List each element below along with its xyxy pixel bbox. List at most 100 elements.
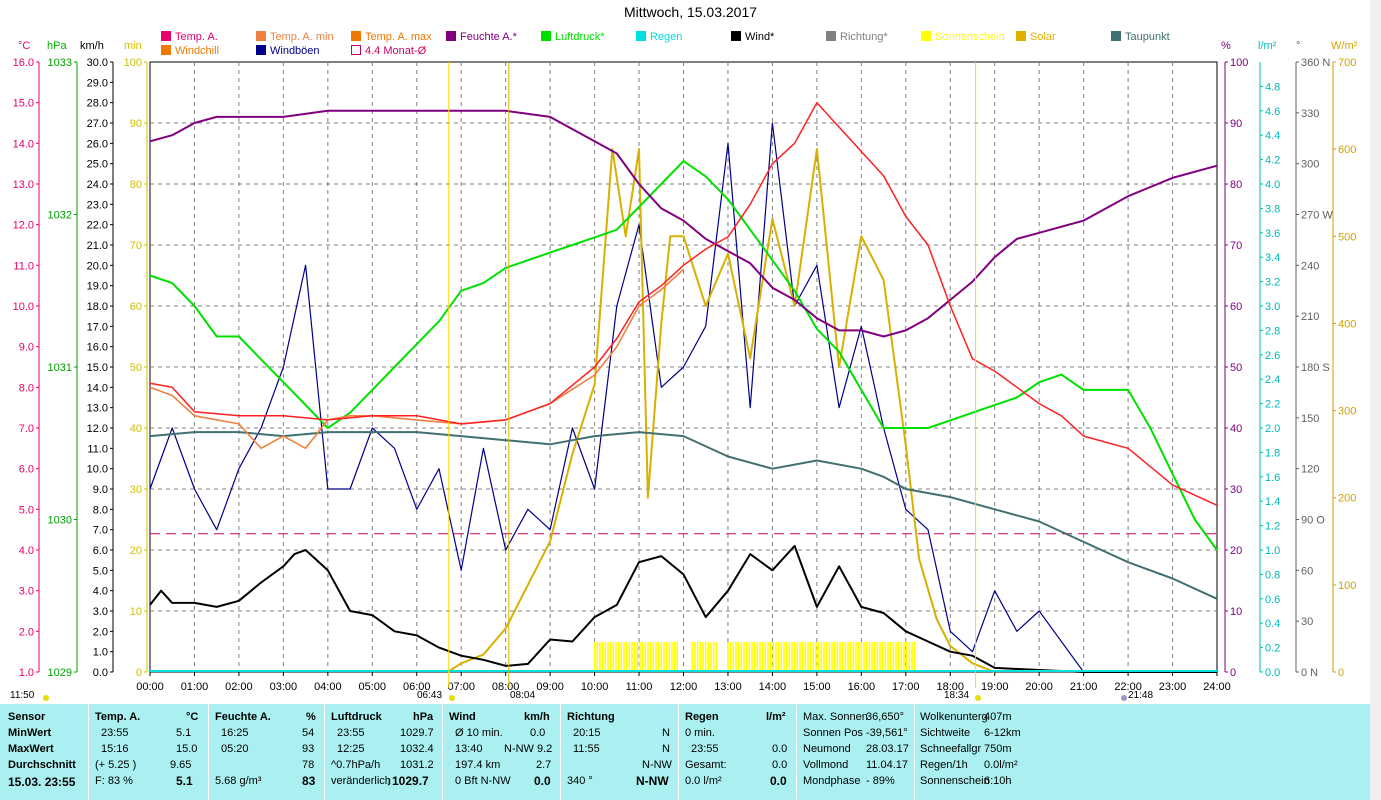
- axis-temp-tick-label: 14.0: [13, 138, 34, 150]
- axis-sun-tick-label: 10: [130, 606, 142, 618]
- axis-direction-tick-label: 300: [1301, 159, 1319, 171]
- astro-label: Max. Sonnen: [803, 711, 868, 723]
- axis-solar-tick-label: 700: [1338, 57, 1356, 69]
- rain-amount: 0.0 l/m²: [685, 775, 722, 787]
- sunset-time: 18:34: [944, 690, 970, 701]
- temp-unit: °C: [186, 711, 199, 723]
- axis-wind-tick-label: 16.0: [87, 342, 108, 354]
- axis-temp-tick-label: 1.0: [19, 667, 34, 679]
- rain-row2-label: 23:55: [691, 743, 719, 755]
- moon-rise-left: 11:50: [10, 690, 35, 701]
- axis-sun-tick-label: 100: [124, 57, 142, 69]
- humidity-unit: %: [306, 711, 316, 723]
- axis-pressure-tick-label: 1031: [48, 362, 72, 374]
- humidity-max-value: 93: [302, 743, 315, 755]
- pressure-trend-rate: ^0.7hPa/h: [331, 759, 381, 771]
- axis-rain-tick-label: 2.0: [1265, 423, 1280, 435]
- temp-avg-value: 9.65: [170, 759, 192, 771]
- astro-label: Mondphase: [803, 775, 861, 787]
- wind-unit: km/h: [524, 711, 550, 723]
- axis-temp-tick-label: 3.0: [19, 586, 34, 598]
- axis-wind-tick-label: 17.0: [87, 321, 108, 333]
- axis-wind-tick-label: 24.0: [87, 179, 108, 191]
- axis-wind-tick-label: 15.0: [87, 362, 108, 374]
- rain-unit: l/m²: [766, 711, 786, 723]
- weather-chart: 00:00 01:00 02:00 03:00 04:00 05:00 06:00 07:00…: [13, 57, 1356, 701]
- maxwert-label: MaxWert: [8, 743, 54, 755]
- temp-avg-delta: (+ 5.25 ): [95, 759, 137, 771]
- axis-direction-tick-label: 210: [1301, 311, 1319, 323]
- rain-header: Regen: [685, 711, 719, 723]
- axis-temp-tick-label: 10.0: [13, 301, 34, 313]
- axis-rain-tick-label: 2.6: [1265, 350, 1280, 362]
- astro-label: Neumond: [803, 743, 851, 755]
- axis-humidity-tick-label: 80: [1230, 179, 1242, 191]
- axis-wind-tick-label: 12.0: [87, 423, 108, 435]
- axis-rain-tick-label: 2.2: [1265, 399, 1280, 411]
- wind-row1-label: Ø 10 min.: [455, 727, 503, 739]
- weather-value: 750m: [984, 743, 1012, 755]
- axis-wind-tick-label: 30.0: [87, 57, 108, 69]
- weather-value: 6-12km: [984, 727, 1021, 739]
- axis-wind-tick-label: 22.0: [87, 220, 108, 232]
- axis-humidity-tick-label: 100: [1230, 57, 1248, 69]
- time-markers: 11:50 06:43 08:04 18:34 21:48: [0, 690, 1381, 704]
- axis-temp-tick-label: 4.0: [19, 545, 34, 557]
- sensor-header: Sensor: [8, 711, 46, 723]
- humidity-header: Feuchte A.: [215, 711, 271, 723]
- axis-rain-tick-label: 1.0: [1265, 545, 1280, 557]
- weather-value: 407m: [984, 711, 1012, 723]
- axis-wind-tick-label: 20.0: [87, 260, 108, 272]
- humidity-max-time: 05:20: [221, 743, 249, 755]
- axis-wind-tick-label: 9.0: [93, 484, 108, 496]
- temp-max-time: 15:16: [101, 743, 129, 755]
- axis-direction-tick-label: 0 N: [1301, 667, 1318, 679]
- pressure-avg-value: 1031.2: [400, 759, 434, 771]
- astro-value: -39,561°: [866, 727, 908, 739]
- axis-wind-tick-label: 29.0: [87, 77, 108, 89]
- axis-wind-tick-label: 18.0: [87, 301, 108, 313]
- axis-temp-tick-label: 6.0: [19, 464, 34, 476]
- axis-humidity-tick-label: 60: [1230, 301, 1242, 313]
- axis-direction-tick-label: 240: [1301, 260, 1319, 272]
- sunrise-time: 06:43: [417, 690, 443, 701]
- axis-temp-tick-label: 5.0: [19, 504, 34, 516]
- axis-temp-tick-label: 8.0: [19, 382, 34, 394]
- axis-rain-tick-label: 4.0: [1265, 179, 1280, 191]
- axis-sun-tick-label: 80: [130, 179, 142, 191]
- axis-direction-tick-label: 60: [1301, 565, 1313, 577]
- axis-rain-tick-label: 1.4: [1265, 496, 1280, 508]
- axis-sun-tick-label: 70: [130, 240, 142, 252]
- axis-wind-tick-label: 14.0: [87, 382, 108, 394]
- axis-humidity-tick-label: 0: [1230, 667, 1236, 679]
- rain-row1-label: 0 min.: [685, 727, 715, 739]
- minwert-label: MinWert: [8, 727, 52, 739]
- axis-wind-tick-label: 23.0: [87, 199, 108, 211]
- axis-wind-tick-label: 1.0: [93, 647, 108, 659]
- axis-wind-tick-label: 2.0: [93, 626, 108, 638]
- axis-rain-tick-label: 0.6: [1265, 594, 1280, 606]
- humidity-min-value: 54: [302, 727, 315, 739]
- axis-humidity-tick-label: 90: [1230, 118, 1242, 130]
- axis-sun-tick-label: 50: [130, 362, 142, 374]
- temp-feel: F: 83 %: [95, 775, 133, 787]
- axis-solar-tick-label: 300: [1338, 406, 1356, 418]
- direction-row2-time: 11:55: [573, 743, 600, 755]
- humidity-min-time: 16:25: [221, 727, 249, 739]
- axis-rain-tick-label: 0.2: [1265, 643, 1280, 655]
- direction-current: N-NW: [636, 774, 669, 788]
- axis-solar-tick-label: 200: [1338, 493, 1356, 505]
- axis-direction-tick-label: 270 W: [1301, 210, 1333, 222]
- axis-wind-tick-label: 21.0: [87, 240, 108, 252]
- axis-sun-tick-label: 0: [136, 667, 142, 679]
- axis-rain-tick-label: 1.8: [1265, 447, 1280, 459]
- direction-header: Richtung: [567, 711, 615, 723]
- axis-temp-tick-label: 9.0: [19, 342, 34, 354]
- axis-sun-tick-label: 90: [130, 118, 142, 130]
- axis-wind-tick-label: 6.0: [93, 545, 108, 557]
- temp-max-value: 15.0: [176, 743, 198, 755]
- axis-solar-tick-label: 500: [1338, 231, 1356, 243]
- weather-label: Sichtweite: [920, 727, 971, 739]
- wind-row2-label: 13:40: [455, 743, 483, 755]
- axis-rain-tick-label: 2.4: [1265, 374, 1280, 386]
